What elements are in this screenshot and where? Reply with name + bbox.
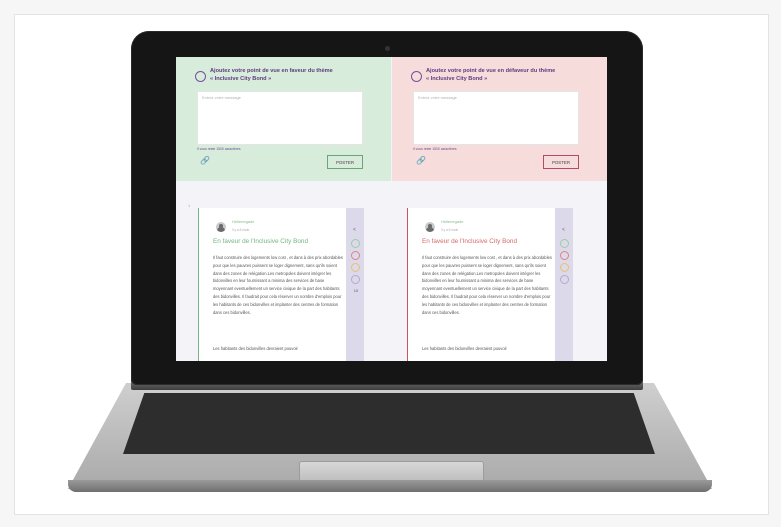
for-char-count: Il vous reste 1500 caractères (197, 147, 241, 151)
argument-body-more: Les habitants des bidonvilles devraient … (213, 346, 298, 351)
webcam-icon (385, 46, 390, 51)
argument-actions-for: < 10 (346, 208, 364, 361)
avatar (216, 222, 226, 232)
author-name[interactable]: Hellenegade (441, 219, 463, 224)
neutral-icon[interactable] (351, 275, 360, 284)
for-panel-title-line2: « Inclusive City Bond » (210, 76, 272, 82)
attachment-icon[interactable]: 🔗 (416, 156, 426, 165)
against-post-button[interactable]: POSTER (543, 155, 579, 169)
against-panel-title: Ajoutez votre point de vue en défaveur d… (426, 67, 596, 83)
post-date: Il y a 6 mois (232, 228, 250, 232)
for-post-button[interactable]: POSTER (327, 155, 363, 169)
neutral-icon[interactable] (560, 275, 569, 284)
laptop-base-edge (68, 480, 712, 492)
comment-count[interactable]: 10 (349, 287, 363, 294)
disagree-icon[interactable] (351, 251, 360, 260)
warning-icon[interactable] (560, 263, 569, 272)
argument-title: En faveur de l'Inclusive City Bond (213, 238, 308, 245)
against-char-count: Il vous reste 1500 caractères (413, 147, 457, 151)
laptop-keyboard (123, 393, 655, 454)
for-panel-title-line1: Ajoutez votre point de vue en faveur du … (210, 68, 333, 74)
argument-body: Il faut construire des logements low cos… (422, 255, 552, 315)
laptop-screen: Ajoutez votre point de vue en faveur du … (176, 57, 607, 361)
argument-card-for[interactable]: Hellenegade Il y a 6 mois En faveur de l… (198, 208, 347, 361)
against-panel-title-line1: Ajoutez votre point de vue en défaveur d… (426, 68, 556, 74)
post-date: Il y a 6 mois (441, 228, 459, 232)
argument-body: Il faut construire des logements low cos… (213, 255, 343, 315)
avatar (425, 222, 435, 232)
author-name[interactable]: Hellenegade (232, 219, 254, 224)
comment-icon (411, 71, 422, 82)
for-panel: Ajoutez votre point de vue en faveur du … (176, 57, 391, 181)
comment-icon (195, 71, 206, 82)
argument-card-against[interactable]: Hellenegade Il y a 6 mois En faveur de l… (407, 208, 556, 361)
against-panel: Ajoutez votre point de vue en défaveur d… (392, 57, 607, 181)
argument-title: En faveur de l'Inclusive City Bond (422, 238, 517, 245)
for-message-input[interactable]: Entrez votre message (197, 91, 363, 145)
agree-icon[interactable] (351, 239, 360, 248)
warning-icon[interactable] (351, 263, 360, 272)
agree-icon[interactable] (560, 239, 569, 248)
argument-body-more: Les habitants des bidonvilles devraient … (422, 346, 507, 351)
share-icon[interactable]: < (351, 227, 358, 234)
against-panel-title-line2: « Inclusive City Bond » (426, 76, 488, 82)
against-message-input[interactable]: Entrez votre message (413, 91, 579, 145)
attachment-icon[interactable]: 🔗 (200, 156, 210, 165)
for-panel-title: Ajoutez votre point de vue en faveur du … (210, 67, 380, 83)
argument-actions-against: < (555, 208, 573, 361)
argument-number: 1 (188, 203, 191, 208)
disagree-icon[interactable] (560, 251, 569, 260)
share-icon[interactable]: < (560, 227, 567, 234)
